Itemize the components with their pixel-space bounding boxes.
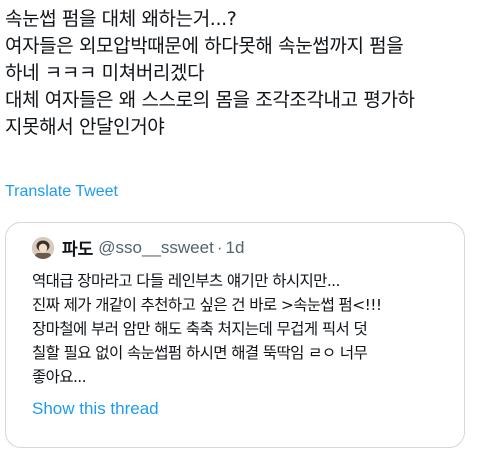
quoted-text-line: 진짜 제가 개같이 추천하고 싶은 건 바로 >속눈썹 펌<!!!: [32, 296, 382, 314]
quoted-tweet-time[interactable]: 1d: [225, 238, 244, 258]
tweet-text-line: 대체 여자들은 왜 스스로의 몸을 조각조각내고 평가하: [5, 89, 415, 111]
tweet-text-line: 속눈썹 펌을 대체 왜하는거...?: [5, 8, 237, 30]
dot-separator: ·: [216, 237, 223, 257]
tweet-text-line: 지못해서 안달인거야: [5, 116, 165, 138]
quoted-author-handle[interactable]: @sso__ssweet: [98, 238, 214, 258]
quoted-text-line: 칠할 필요 없이 속눈썹펌 하시면 해결 뚝딱임 ㄹㅇ 너무: [32, 344, 368, 362]
tweet-text-line: 여자들은 외모압박때문에 하다못해 속눈썹까지 펌을: [5, 35, 404, 57]
quoted-text-line: 장마철에 부러 암만 해도 축축 처지는데 무겁게 픽서 덧: [32, 320, 368, 338]
translate-tweet-link[interactable]: Translate Tweet: [5, 183, 118, 201]
quoted-text-line: 좋아요...: [32, 368, 87, 386]
quoted-text-line: 역대급 장마라고 다들 레인부츠 얘기만 하시지만...: [32, 272, 340, 290]
tweet-text-line: 하네 ㅋㅋㅋ 미쳐버리겠다: [5, 62, 205, 84]
quoted-tweet-card[interactable]: 파도 @sso__ssweet · 1d 역대급 장마라고 다들 레인부츠 얘기…: [5, 222, 465, 448]
quoted-tweet-header: 파도 @sso__ssweet · 1d: [32, 235, 244, 260]
show-this-thread-link[interactable]: Show this thread: [32, 399, 159, 419]
tweet-text: 속눈썹 펌을 대체 왜하는거...? 여자들은 외모압박때문에 하다못해 속눈썹…: [5, 6, 473, 141]
avatar[interactable]: [32, 236, 54, 259]
tweet: 속눈썹 펌을 대체 왜하는거...? 여자들은 외모압박때문에 하다못해 속눈썹…: [0, 0, 480, 454]
avatar-image: [32, 236, 54, 259]
quoted-tweet-text: 역대급 장마라고 다들 레인부츠 얘기만 하시지만... 진짜 제가 개같이 추…: [32, 269, 458, 389]
quoted-author-name[interactable]: 파도: [62, 235, 93, 260]
